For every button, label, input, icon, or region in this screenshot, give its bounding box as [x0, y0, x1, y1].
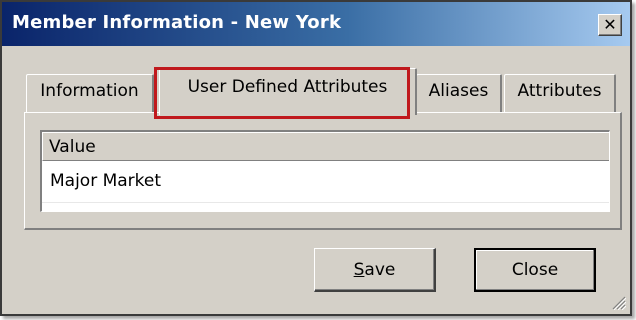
tab-user-defined-attributes[interactable]: User Defined Attributes	[159, 68, 417, 115]
tab-attributes[interactable]: Attributes	[504, 74, 616, 112]
close-icon: ✕	[603, 15, 617, 34]
tab-label: Information	[40, 81, 139, 101]
window-close-button[interactable]: ✕	[598, 14, 622, 36]
save-button[interactable]: Save	[314, 248, 436, 292]
save-accelerator: S	[353, 259, 365, 280]
values-grid: Value Major Market	[40, 130, 610, 212]
column-header-value[interactable]: Value	[42, 132, 609, 161]
tab-label: User Defined Attributes	[187, 77, 388, 97]
title-bar[interactable]: Member Information - New York ✕	[2, 2, 630, 46]
member-information-dialog: Member Information - New York ✕ Informat…	[0, 0, 632, 316]
tab-aliases[interactable]: Aliases	[416, 74, 502, 112]
close-button[interactable]: Close	[474, 248, 596, 292]
tab-label: Aliases	[428, 81, 489, 101]
close-button-label: Close	[511, 260, 559, 280]
table-row[interactable]: Major Market	[42, 161, 609, 203]
resize-grip-icon[interactable]	[610, 294, 626, 310]
tab-label: Attributes	[517, 81, 602, 101]
tab-panel: Value Major Market	[24, 112, 622, 230]
save-button-label: Save	[354, 260, 396, 280]
window-title: Member Information - New York	[12, 12, 342, 33]
column-header-label: Value	[49, 137, 96, 157]
cell-value: Major Market	[50, 171, 162, 191]
save-label-rest: ave	[364, 259, 396, 280]
tab-information[interactable]: Information	[26, 74, 154, 112]
